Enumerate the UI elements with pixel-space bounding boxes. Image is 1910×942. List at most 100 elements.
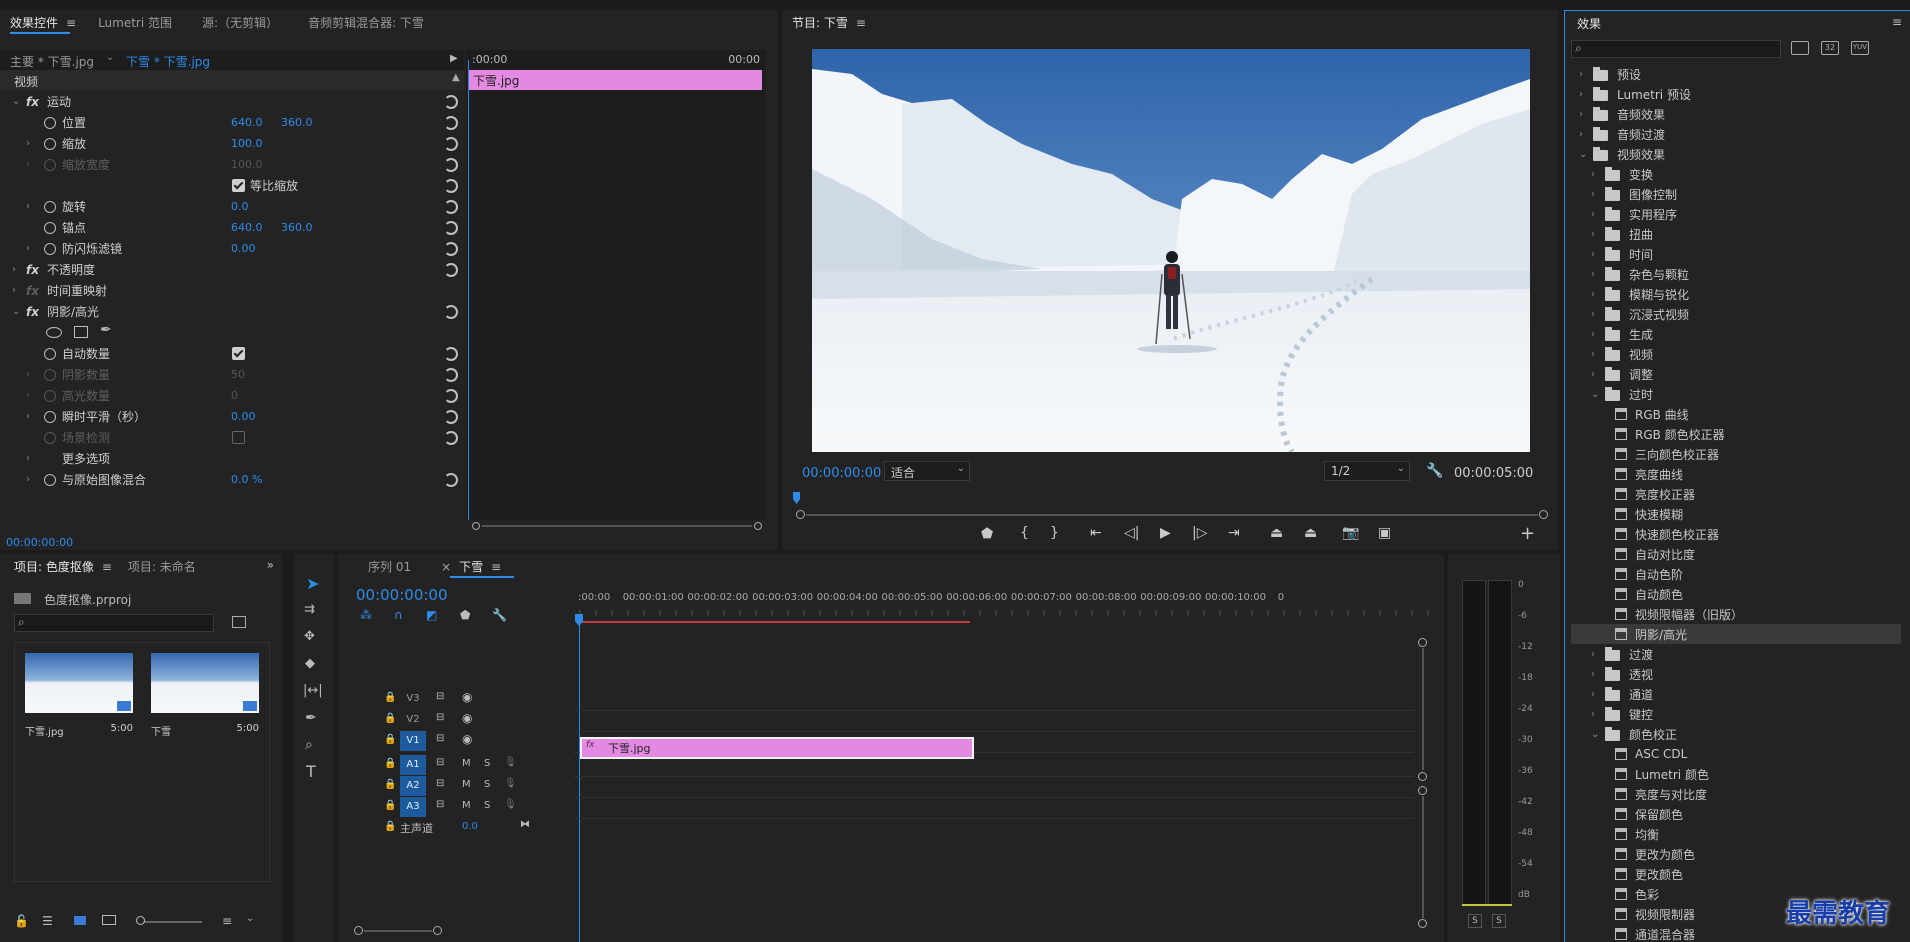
expand-icon[interactable]: ⌄ (12, 306, 20, 317)
fit-dropdown[interactable]: 适合 ⌄ (884, 461, 970, 481)
expand-icon[interactable]: › (26, 453, 30, 464)
chevron-right-icon[interactable]: › (1591, 669, 1595, 680)
chevron-right-icon[interactable]: › (1591, 169, 1595, 180)
track-target[interactable]: V2 (400, 710, 426, 730)
timeline-timecode[interactable]: 00:00:00:00 (356, 586, 448, 604)
stopwatch-icon[interactable] (44, 158, 56, 171)
scroll-track[interactable] (1422, 796, 1424, 918)
tab-program[interactable]: 节目: 下雪 ≡ (792, 14, 866, 31)
sequence-thumbnail[interactable] (151, 653, 259, 713)
reset-icon[interactable] (444, 136, 458, 151)
effects-folder[interactable]: › 音频过渡 (1571, 124, 1901, 144)
mic-icon[interactable]: 🎙 (504, 778, 517, 789)
selection-tool-icon[interactable]: ➤ (306, 574, 319, 593)
chevron-right-icon[interactable]: › (1591, 369, 1595, 380)
scroll-handle[interactable] (1418, 772, 1427, 781)
sort-icon[interactable]: ≡ (222, 914, 232, 928)
solo-right-button[interactable]: S (1492, 914, 1506, 928)
row-position[interactable]: 位置 640.0 360.0 (0, 112, 464, 133)
effects-item[interactable]: 阴影/高光 (1571, 624, 1901, 644)
effects-folder[interactable]: › 模糊与锐化 (1571, 284, 1901, 304)
collapse-icon[interactable]: ▲ (452, 72, 460, 83)
scroll-handle-left[interactable] (354, 926, 363, 935)
rotation-value[interactable]: 0.0 (231, 200, 249, 213)
stopwatch-icon[interactable] (44, 221, 56, 234)
reset-icon[interactable] (444, 262, 458, 277)
track-target[interactable]: V3 (400, 689, 426, 709)
32bit-effects-icon[interactable]: 32 (1821, 41, 1839, 55)
anti-flicker-value[interactable]: 0.00 (231, 242, 256, 255)
chevron-right-icon[interactable]: › (1579, 129, 1583, 140)
track-target[interactable]: A3 (400, 797, 426, 817)
sync-lock-icon[interactable]: ⊟ (436, 799, 444, 810)
stopwatch-icon[interactable] (44, 410, 56, 423)
menu-icon[interactable]: ≡ (102, 560, 112, 574)
close-icon[interactable]: × (441, 560, 451, 574)
eye-icon[interactable]: ◉ (462, 732, 472, 746)
zoom-bar[interactable] (806, 514, 1538, 516)
v1-clip[interactable]: fx 下雪.jpg (580, 737, 974, 759)
mic-icon[interactable]: 🎙 (504, 799, 517, 810)
effects-item[interactable]: 视频限幅器（旧版） (1571, 604, 1901, 624)
stopwatch-icon[interactable] (44, 137, 56, 150)
lock-icon[interactable]: 🔒 (384, 692, 396, 703)
scroll-handle-top[interactable] (1418, 638, 1427, 647)
effects-folder[interactable]: › 透视 (1571, 664, 1901, 684)
effects-folder[interactable]: › 预设 (1571, 64, 1901, 84)
snap-icon[interactable]: ∩ (394, 608, 403, 622)
effects-folder[interactable]: › 视频 (1571, 344, 1901, 364)
solo-button[interactable]: S (484, 779, 490, 790)
stopwatch-icon[interactable] (44, 473, 56, 486)
track-target[interactable]: A2 (400, 776, 426, 796)
chevron-down-icon[interactable]: ⌄ (1591, 729, 1599, 740)
tab-effect-controls[interactable]: 效果控件 ≡ (10, 14, 76, 31)
effects-folder[interactable]: ⌄ 视频效果 (1571, 144, 1901, 164)
play-icon[interactable]: ▶ (1160, 525, 1171, 541)
track-lane-v3[interactable] (574, 710, 1414, 711)
accelerated-effects-icon[interactable] (1791, 41, 1809, 55)
effects-item[interactable]: 三向颜色校正器 (1571, 444, 1901, 464)
timeline-ruler[interactable]: :00:00 00:00:01:00 00:00:02:00 00:00:03:00 0… (578, 592, 1438, 618)
go-to-in-icon[interactable]: ⇤ (1090, 525, 1102, 541)
yuv-effects-icon[interactable]: YUV (1851, 41, 1869, 55)
row-anti-flicker[interactable]: › 防闪烁滤镜 0.00 (0, 238, 464, 259)
highlight-amount-value[interactable]: 0 (231, 389, 238, 402)
zoom-handle-left[interactable] (796, 510, 805, 519)
master-volume-value[interactable]: 0.0 (462, 821, 478, 832)
project-item[interactable]: 下雪.jpg 5:00 (25, 653, 133, 743)
chevron-right-icon[interactable]: › (1591, 649, 1595, 660)
track-target[interactable]: A1 (400, 755, 426, 775)
chevron-right-icon[interactable]: › (1579, 69, 1583, 80)
effects-item[interactable]: RGB 颜色校正器 (1571, 424, 1901, 444)
tab-effects[interactable]: 效果 (1577, 15, 1601, 32)
stopwatch-icon[interactable] (44, 242, 56, 255)
fx-icon[interactable]: fx (26, 305, 39, 319)
scroll-handle-right[interactable] (754, 522, 762, 530)
effects-folder[interactable]: › 杂色与颗粒 (1571, 264, 1901, 284)
solo-left-button[interactable]: S (1468, 914, 1482, 928)
effects-folder[interactable]: › 生成 (1571, 324, 1901, 344)
lift-icon[interactable]: ⏏ (1270, 525, 1283, 541)
menu-icon[interactable]: ≡ (1892, 15, 1902, 29)
ec-timecode[interactable]: 00:00:00:00 (6, 536, 73, 549)
ripple-edit-tool-icon[interactable]: ✥ (304, 629, 315, 644)
reset-icon[interactable] (444, 346, 458, 361)
track-target[interactable]: V1 (400, 731, 426, 751)
effects-item[interactable]: 亮度与对比度 (1571, 784, 1901, 804)
hand-tool-icon[interactable]: ⌕ (305, 737, 313, 753)
master-clip-label[interactable]: 主要 * 下雪.jpg (10, 53, 94, 70)
sync-lock-icon[interactable]: ⊟ (436, 757, 444, 768)
chevron-right-icon[interactable]: › (1591, 289, 1595, 300)
expand-icon[interactable]: › (26, 369, 30, 380)
go-to-out-icon[interactable]: ⇥ (1228, 525, 1240, 541)
fx-icon[interactable]: fx (26, 95, 39, 109)
anchor-x-value[interactable]: 640.0 (231, 221, 263, 234)
button-editor-icon[interactable]: + (1520, 523, 1535, 544)
effects-folder[interactable]: › Lumetri 预设 (1571, 84, 1901, 104)
effects-item[interactable]: 快速模糊 (1571, 504, 1901, 524)
reset-icon[interactable] (444, 115, 458, 130)
effects-item[interactable]: 亮度曲线 (1571, 464, 1901, 484)
chevron-down-icon[interactable]: ⌄ (1579, 149, 1587, 160)
effects-folder[interactable]: › 变换 (1571, 164, 1901, 184)
nest-icon[interactable]: ⁂ (360, 608, 372, 622)
